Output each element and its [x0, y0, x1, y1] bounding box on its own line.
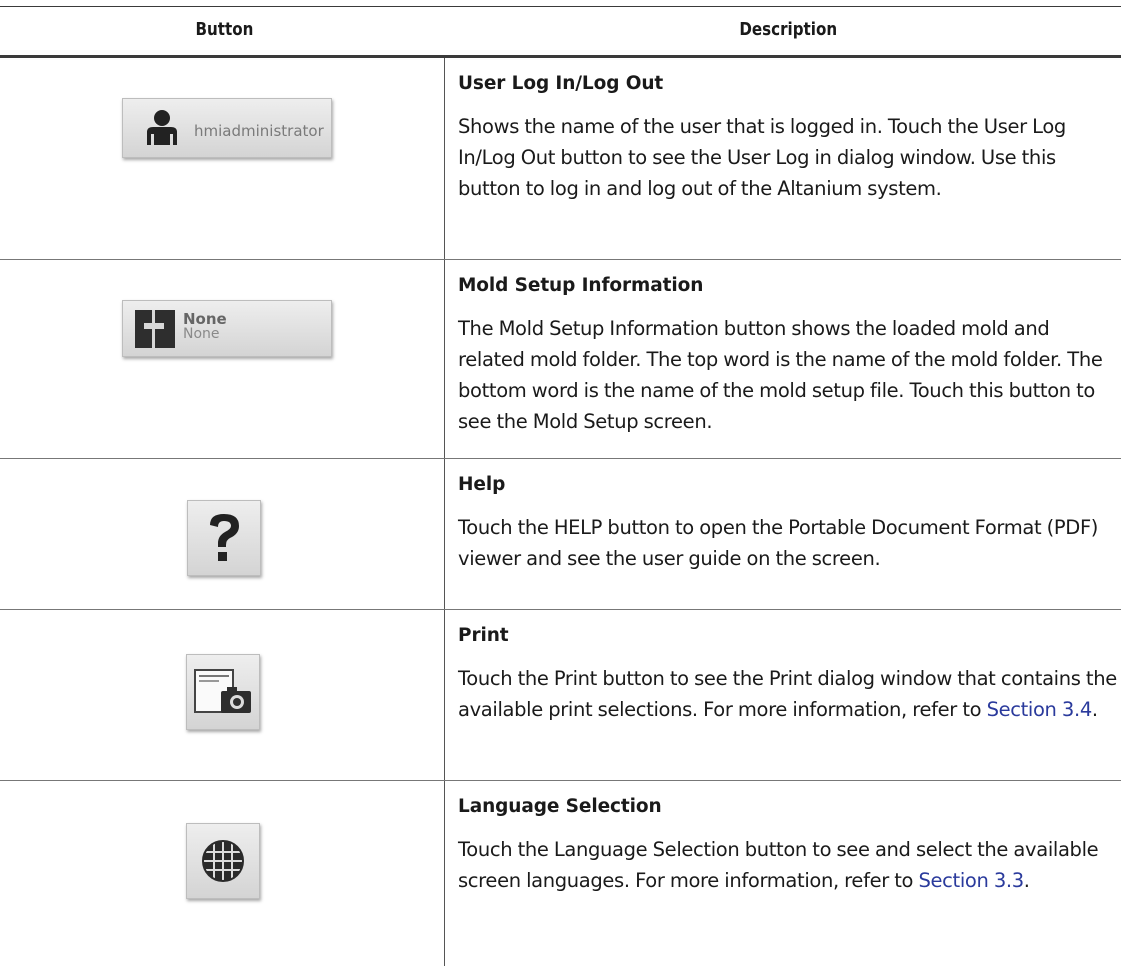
description-cell: Help Touch the HELP button to open the P…	[458, 459, 1118, 574]
row-body: The Mold Setup Information button shows …	[458, 317, 1103, 433]
row-body: Shows the name of the user that is logge…	[458, 115, 1066, 200]
section-link[interactable]: Section 3.3	[918, 869, 1024, 892]
header-button: Button	[195, 19, 254, 40]
description-cell: Print Touch the Print button to see the …	[458, 610, 1118, 725]
row-body-trail: .	[1091, 698, 1098, 721]
button-cell	[0, 781, 444, 966]
row-title: Mold Setup Information	[458, 275, 704, 296]
row-title: Help	[458, 474, 506, 495]
user-name-label: hmiadministrator	[194, 122, 324, 140]
button-cell	[0, 459, 444, 609]
row-title: Language Selection	[458, 796, 662, 817]
button-cell: hmiadministrator	[0, 58, 444, 259]
button-cell: None None	[0, 260, 444, 458]
mold-setup-button[interactable]: None None	[122, 300, 332, 357]
row-body: Touch the Print button to see the Print …	[458, 663, 1118, 725]
row-body: Touch the HELP button to open the Portab…	[458, 516, 1099, 570]
globe-icon	[202, 840, 244, 882]
table-row: None None Mold Setup Information The Mol…	[0, 260, 1121, 458]
table-row: Print Touch the Print button to see the …	[0, 610, 1121, 780]
table-row: hmiadministrator User Log In/Log Out Sho…	[0, 58, 1121, 259]
user-login-button[interactable]: hmiadministrator	[122, 98, 332, 158]
header-description: Description	[739, 19, 838, 40]
user-icon	[147, 110, 177, 145]
description-cell: Language Selection Touch the Language Se…	[458, 781, 1118, 896]
description-cell: Mold Setup Information The Mold Setup In…	[458, 260, 1118, 437]
description-cell: User Log In/Log Out Shows the name of th…	[458, 58, 1118, 204]
print-screenshot-icon	[194, 669, 251, 713]
table-header: Button Description	[0, 7, 1121, 54]
language-selection-button[interactable]	[186, 823, 260, 899]
print-button[interactable]	[186, 654, 260, 730]
table-row: Language Selection Touch the Language Se…	[0, 781, 1121, 966]
table-row: Help Touch the HELP button to open the P…	[0, 459, 1121, 609]
section-link[interactable]: Section 3.4	[987, 698, 1093, 721]
help-button[interactable]	[187, 500, 261, 576]
row-title: User Log In/Log Out	[458, 73, 664, 94]
row-body: Touch the Language Selection button to s…	[458, 834, 1118, 896]
row-body-trail: .	[1023, 869, 1030, 892]
help-question-icon	[210, 514, 239, 561]
button-description-table: Button Description hmiadministrator User…	[0, 0, 1121, 966]
mold-icon	[135, 310, 175, 348]
mold-file-label: None	[183, 326, 220, 342]
row-title: Print	[458, 625, 509, 646]
button-cell	[0, 610, 444, 780]
